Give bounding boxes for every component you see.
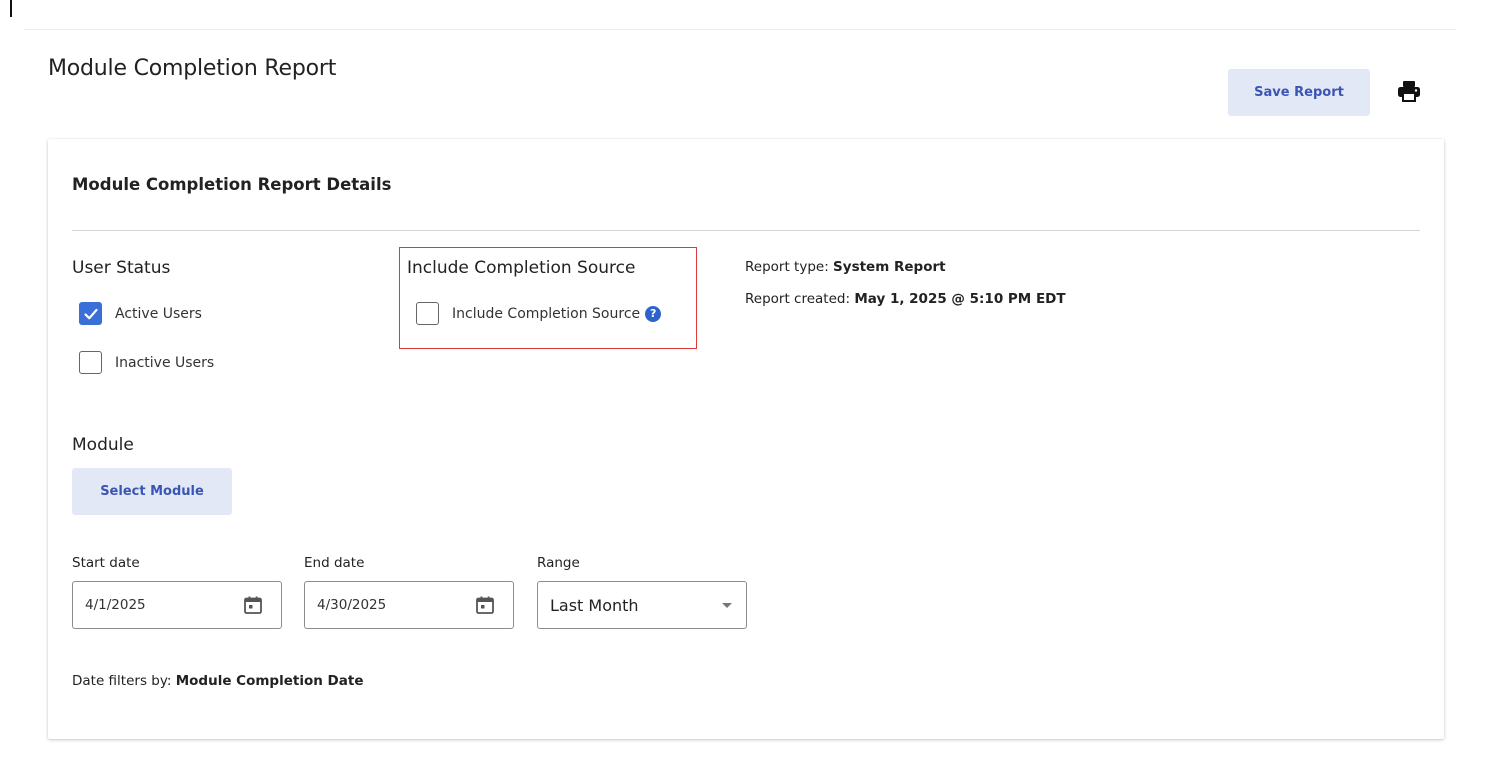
report-type-value: System Report <box>833 259 946 275</box>
top-divider <box>24 29 1456 30</box>
chevron-down-icon <box>722 602 732 608</box>
page-title: Module Completion Report <box>48 56 337 81</box>
inactive-users-checkbox[interactable]: Inactive Users <box>79 351 214 374</box>
completion-source-heading: Include Completion Source <box>407 258 636 278</box>
end-date-value: 4/30/2025 <box>317 597 387 613</box>
card-divider <box>72 230 1420 231</box>
text-cursor <box>10 0 12 17</box>
checkmark-icon <box>83 308 98 319</box>
start-date-label: Start date <box>72 555 140 571</box>
question-circle-icon[interactable]: ? <box>645 305 662 322</box>
calendar-icon[interactable] <box>475 595 495 615</box>
date-filter-label: Date filters by: <box>72 673 172 689</box>
start-date-field[interactable]: 4/1/2025 <box>72 581 282 629</box>
printer-icon[interactable] <box>1397 80 1421 102</box>
report-type-label: Report type: <box>745 259 829 275</box>
card-title: Module Completion Report Details <box>72 175 392 194</box>
range-value: Last Month <box>550 595 639 615</box>
calendar-icon[interactable] <box>243 595 263 615</box>
report-created-label: Report created: <box>745 291 851 307</box>
checkbox-unchecked[interactable] <box>416 302 439 325</box>
report-created: Report created: May 1, 2025 @ 5:10 PM ED… <box>745 291 1066 307</box>
active-users-label: Active Users <box>115 305 202 322</box>
range-label: Range <box>537 555 580 571</box>
checkbox-checked[interactable] <box>79 302 102 325</box>
include-completion-source-checkbox[interactable]: Include Completion Source ? <box>416 302 662 325</box>
report-details-card: Module Completion Report Details User St… <box>48 139 1444 739</box>
date-filter-value: Module Completion Date <box>175 673 364 689</box>
date-filter-info: Date filters by: Module Completion Date <box>72 673 363 689</box>
report-created-value: May 1, 2025 @ 5:10 PM EDT <box>854 291 1066 307</box>
active-users-checkbox[interactable]: Active Users <box>79 302 202 325</box>
select-module-button[interactable]: Select Module <box>72 468 232 515</box>
end-date-field[interactable]: 4/30/2025 <box>304 581 514 629</box>
save-report-button[interactable]: Save Report <box>1228 69 1370 116</box>
end-date-label: End date <box>304 555 365 571</box>
start-date-value: 4/1/2025 <box>85 597 146 613</box>
include-completion-source-label: Include Completion Source <box>452 305 641 322</box>
inactive-users-label: Inactive Users <box>115 354 215 371</box>
module-heading: Module <box>72 435 134 455</box>
user-status-heading: User Status <box>72 258 171 278</box>
checkbox-unchecked[interactable] <box>79 351 102 374</box>
range-select[interactable]: Last Month <box>537 581 747 629</box>
report-type: Report type: System Report <box>745 259 946 275</box>
